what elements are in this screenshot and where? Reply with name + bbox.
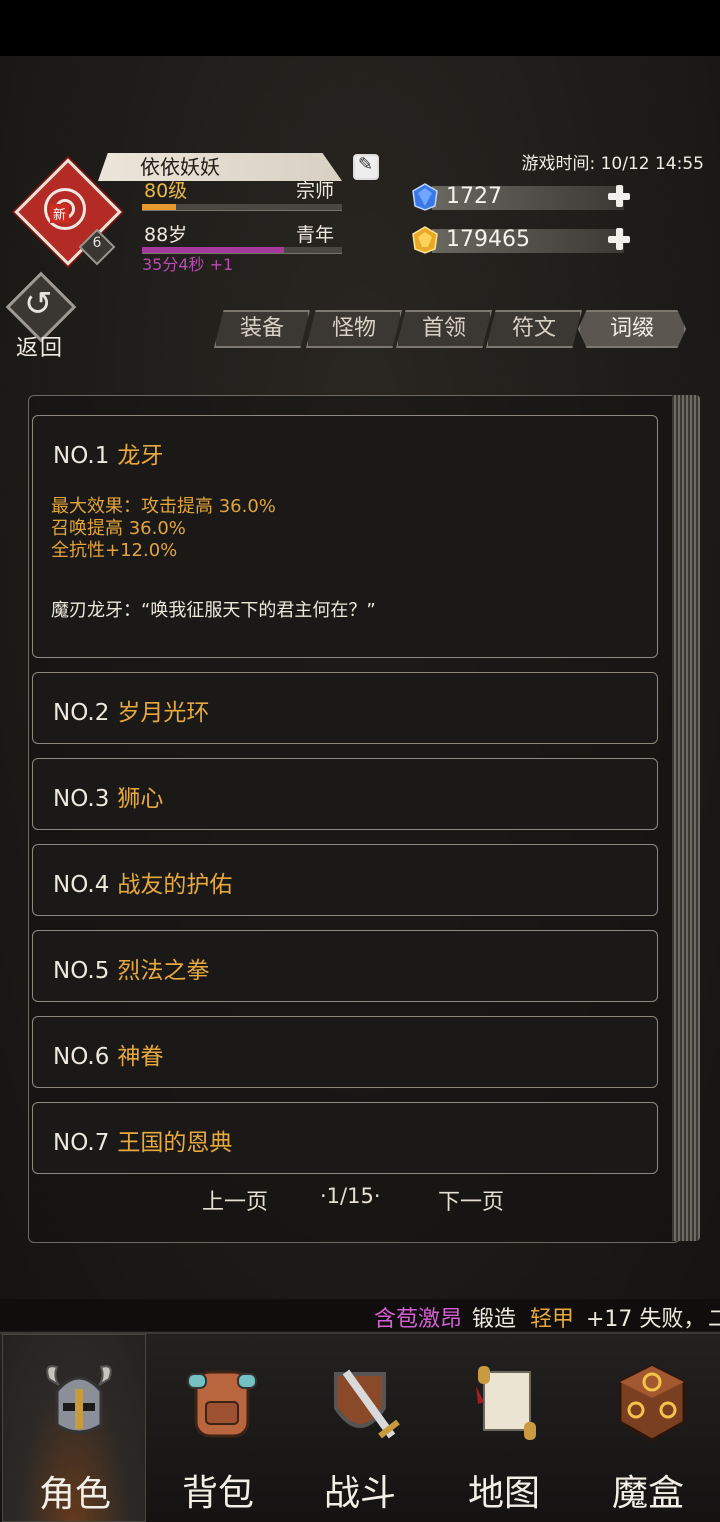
back-arrow-icon: ↺ [24,284,53,324]
nav-label: 地图 [467,1473,540,1514]
entry-title: 岁月光环 [117,700,210,726]
nav-character[interactable]: 角色 [2,1334,146,1522]
entry-number: NO.5 [53,958,110,984]
list-item[interactable]: NO.3 狮心 [32,758,658,830]
gem-resource: 1727 [410,182,635,212]
badge-level: 6 [92,235,102,251]
nav-label: 背包 [181,1473,254,1514]
backpack-icon [187,1370,257,1438]
panel-page-edges [672,395,700,1241]
sword-shield-icon [334,1369,400,1439]
entry-number: NO.7 [53,1130,110,1156]
entry-effect: 全抗性+12.0% [51,540,178,561]
age-stage-text: 青年 [296,224,335,246]
entry-quote: 魔刃龙牙：“唤我征服天下的君主何在？” [51,600,376,621]
helmet-icon [46,1365,112,1434]
entry-number: NO.2 [53,700,110,726]
entry-title: 龙牙 [117,443,164,469]
ticker-item: 轻甲 [530,1307,575,1331]
entry-title: 狮心 [117,786,164,812]
list-item[interactable]: NO.4 战友的护佑 [32,844,658,916]
ticker-action: 锻造 [472,1307,517,1331]
entry-title: 神眷 [117,1044,164,1070]
nav-map[interactable]: 地图 [432,1334,576,1522]
game-time: 游戏时间: 10/12 14:55 [521,154,704,174]
new-tag: 新 [50,204,70,223]
page-indicator: ·1/15· [320,1184,381,1208]
nav-label: 角色 [38,1474,111,1515]
tab-runes[interactable]: 符文 [486,310,582,348]
prev-page-button[interactable]: 上一页 [202,1184,268,1216]
add-gems-plus-icon[interactable] [606,183,632,209]
tab-bosses[interactable]: 首领 [396,310,492,348]
age-text: 88岁 [144,224,188,246]
entry-title: 烈法之拳 [117,958,210,984]
entry-title: 战友的护佑 [117,872,233,898]
age-progress-bar [142,247,342,254]
name-plate [98,153,342,181]
entry-number: NO.3 [53,786,110,812]
entry-effect: 最大效果：攻击提高 36.0% [51,496,276,517]
age-progress-fill [142,247,284,253]
list-item[interactable]: NO.7 王国的恩典 [32,1102,658,1174]
broadcast-ticker: 含苞激昂 锻造 轻甲 +17 失败， 二 [0,1299,720,1331]
entry-number: NO.4 [53,872,110,898]
rank-text: 宗师 [296,180,335,202]
back-button[interactable]: ↺ 返回 [5,271,78,361]
list-item[interactable]: NO.5 烈法之拳 [32,930,658,1002]
nav-backpack[interactable]: 背包 [146,1334,290,1522]
blue-gem-icon [412,183,438,211]
player-name: 依依妖妖 [140,155,220,179]
ticker-tail: 二 [708,1307,720,1331]
list-item[interactable]: NO.1 龙牙 最大效果：攻击提高 36.0% 召唤提高 36.0% 全抗性+12… [32,415,658,658]
tab-affixes[interactable]: 词缀 [578,310,686,348]
gold-count: 179465 [446,227,530,252]
list-item[interactable]: NO.6 神眷 [32,1016,658,1088]
level-progress-fill [142,204,176,210]
status-bar [0,0,720,56]
nav-magic-box[interactable]: 魔盒 [576,1334,720,1522]
age-timer: 35分4秒 +1 [142,255,234,274]
tab-monsters[interactable]: 怪物 [306,310,402,348]
tab-equipment[interactable]: 装备 [214,310,310,348]
next-page-button[interactable]: 下一页 [438,1184,504,1216]
gold-resource: 179465 [410,225,635,255]
entry-title: 王国的恩典 [117,1130,233,1156]
ticker-player: 含苞激昂 [374,1307,463,1331]
scroll-map-icon [476,1366,536,1440]
entry-number: NO.6 [53,1044,110,1070]
nav-label: 战斗 [323,1473,396,1514]
magic-box-icon [618,1364,686,1442]
entry-heading: NO.1 龙牙 [53,436,163,470]
list-item[interactable]: NO.2 岁月光环 [32,672,658,744]
ticker-result: +17 失败， [586,1307,706,1331]
nav-battle[interactable]: 战斗 [288,1334,432,1522]
gem-count: 1727 [446,184,502,209]
back-label: 返回 [16,336,65,361]
level-progress-bar [142,204,342,211]
gold-gem-icon [412,226,438,254]
edit-name-icon[interactable] [353,154,379,180]
entry-number: NO.1 [53,443,110,469]
level-text: 80级 [144,180,188,202]
entry-effect: 召唤提高 36.0% [51,518,186,539]
nav-label: 魔盒 [611,1473,684,1514]
add-gold-plus-icon[interactable] [606,226,632,252]
bottom-nav: 角色 背包 战斗 地图 魔盒 [0,1332,720,1522]
